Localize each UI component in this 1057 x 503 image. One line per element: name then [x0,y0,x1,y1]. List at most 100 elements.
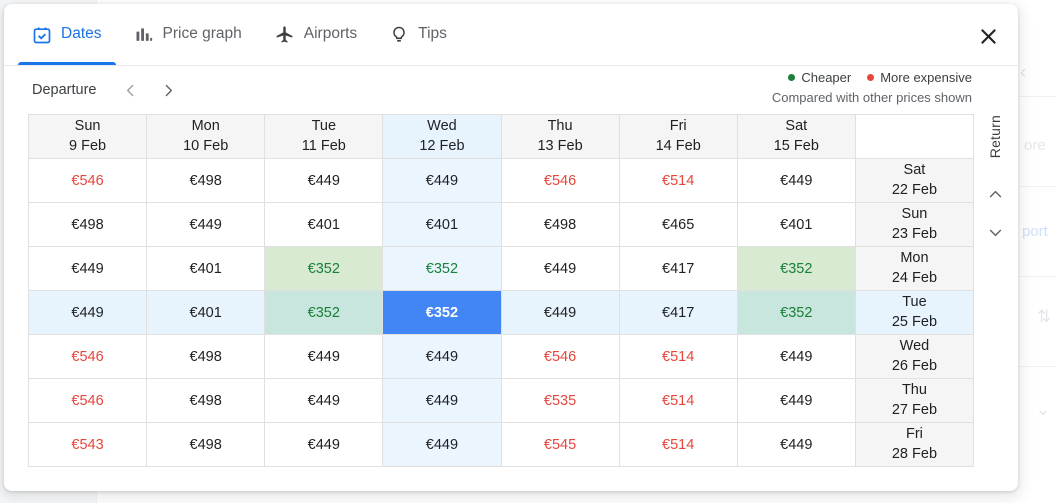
fare-grid-head: Sun 9 Feb Mon 10 Feb Tue 11 Feb Wed 12 Feb Thu 13… [27,114,975,159]
fare-cell[interactable]: €543 [27,422,148,467]
fare-cell[interactable]: €545 [500,422,620,467]
fare-cell[interactable]: €535 [500,378,620,423]
fare-cell[interactable]: €498 [146,378,266,423]
fare-cell[interactable]: €401 [146,246,266,291]
background-chevron-left-icon: ‹ [1020,62,1027,83]
fare-cell[interactable]: €449 [736,334,856,379]
fare-cell[interactable]: €352 [382,246,502,291]
table-row: €546 €498 €449 €449 €546 €514 €449 Wed 26 Feb [27,334,975,379]
fare-cell[interactable]: €352 [736,290,856,335]
row-header-mon[interactable]: Mon 24 Feb [854,246,975,291]
fare-cell[interactable]: €514 [618,334,738,379]
row-header-date: 24 Feb [891,269,938,286]
chevron-right-icon [165,84,173,96]
legend-note: Compared with other prices shown [771,90,972,105]
fare-cell[interactable]: €449 [382,422,502,467]
lightbulb-icon [389,25,409,45]
fare-cell[interactable]: €401 [736,202,856,247]
row-header-day: Mon [900,249,929,266]
column-header-mon[interactable]: Mon 10 Feb [146,114,266,159]
next-return-dates-button[interactable] [979,216,1011,248]
fare-cell[interactable]: €352 [264,246,384,291]
fare-cell[interactable]: €401 [264,202,384,247]
close-button[interactable] [968,16,1008,56]
column-header-day: Sun [74,117,101,134]
row-header-date: 28 Feb [891,445,938,462]
fare-cell[interactable]: €449 [736,158,856,203]
fare-cell[interactable]: €514 [618,422,738,467]
fare-cell[interactable]: €352 [264,290,384,335]
column-header-date: 14 Feb [655,137,701,154]
fare-cell[interactable]: €417 [618,246,738,291]
tab-price-graph[interactable]: Price graph [118,4,258,65]
tab-airports[interactable]: Airports [258,4,373,65]
fare-cell[interactable]: €449 [264,422,384,467]
column-header-date: 11 Feb [301,137,346,154]
fare-cell[interactable]: €352 [736,246,856,291]
fare-cell[interactable]: €449 [27,246,148,291]
fare-cell[interactable]: €449 [264,334,384,379]
previous-dates-button[interactable] [114,74,146,106]
fare-cell[interactable]: €546 [500,158,620,203]
fare-cell[interactable]: €449 [382,334,502,379]
fare-cell[interactable]: €352 [382,290,502,335]
row-header-date: 22 Feb [891,181,938,198]
fare-cell[interactable]: €546 [27,334,148,379]
fare-cell[interactable]: €449 [382,378,502,423]
fare-cell[interactable]: €546 [27,158,148,203]
fare-cell[interactable]: €514 [618,158,738,203]
green-dot-icon [788,74,796,81]
return-rail: Return [972,66,1018,466]
fare-cell[interactable]: €449 [500,246,620,291]
legend-cheaper: Cheaper [788,70,851,85]
legend-cheaper-label: Cheaper [801,70,852,85]
fare-cell[interactable]: €449 [736,422,856,467]
column-header-day: Mon [191,117,220,134]
fare-cell[interactable]: €417 [618,290,738,335]
bar-chart-icon [134,25,154,45]
fare-cell[interactable]: €401 [146,290,266,335]
row-header-date: 25 Feb [891,313,938,330]
row-header-wed[interactable]: Wed 26 Feb [854,334,975,379]
next-dates-button[interactable] [152,74,184,106]
fare-cell[interactable]: €498 [27,202,148,247]
row-header-thu[interactable]: Thu 27 Feb [854,378,975,423]
tab-price-graph-label: Price graph [162,24,242,42]
fare-cell[interactable]: €498 [146,422,266,467]
fare-cell[interactable]: €449 [382,158,502,203]
tab-tips[interactable]: Tips [373,4,463,65]
chevron-left-icon [126,84,134,96]
fare-cell[interactable]: €449 [27,290,148,335]
row-header-sun[interactable]: Sun 23 Feb [854,202,975,247]
fare-cell[interactable]: €449 [736,378,856,423]
row-header-date: 23 Feb [891,225,938,242]
fare-cell[interactable]: €498 [146,334,266,379]
row-header-sat[interactable]: Sat 22 Feb [854,158,975,203]
row-header-day: Fri [905,425,923,442]
fare-cell[interactable]: €449 [264,158,384,203]
screen: ‹ ore port ⇅ ⌄ Dates Price graph Airport… [0,0,1057,503]
fare-cell[interactable]: €514 [618,378,738,423]
fare-cell[interactable]: €401 [382,202,502,247]
column-header-fri[interactable]: Fri 14 Feb [618,114,738,159]
fare-cell[interactable]: €465 [618,202,738,247]
row-header-tue[interactable]: Tue 25 Feb [854,290,975,335]
column-header-tue[interactable]: Tue 11 Feb [264,114,384,159]
fare-cell[interactable]: €449 [146,202,266,247]
fare-cell[interactable]: €546 [500,334,620,379]
previous-return-dates-button[interactable] [979,178,1011,210]
column-header-thu[interactable]: Thu 13 Feb [500,114,620,159]
tab-dates[interactable]: Dates [16,4,118,65]
column-header-day: Fri [669,117,687,134]
column-header-sun[interactable]: Sun 9 Feb [27,114,148,159]
row-header-day: Tue [902,293,927,310]
fare-cell[interactable]: €498 [146,158,266,203]
fare-cell[interactable]: €449 [500,290,620,335]
fare-cell[interactable]: €498 [500,202,620,247]
column-header-sat[interactable]: Sat 15 Feb [736,114,856,159]
column-header-wed[interactable]: Wed 12 Feb [382,114,502,159]
fare-cell[interactable]: €449 [264,378,384,423]
fare-cell[interactable]: €546 [27,378,148,423]
row-header-fri[interactable]: Fri 28 Feb [854,422,975,467]
column-header-date: 15 Feb [773,137,819,154]
